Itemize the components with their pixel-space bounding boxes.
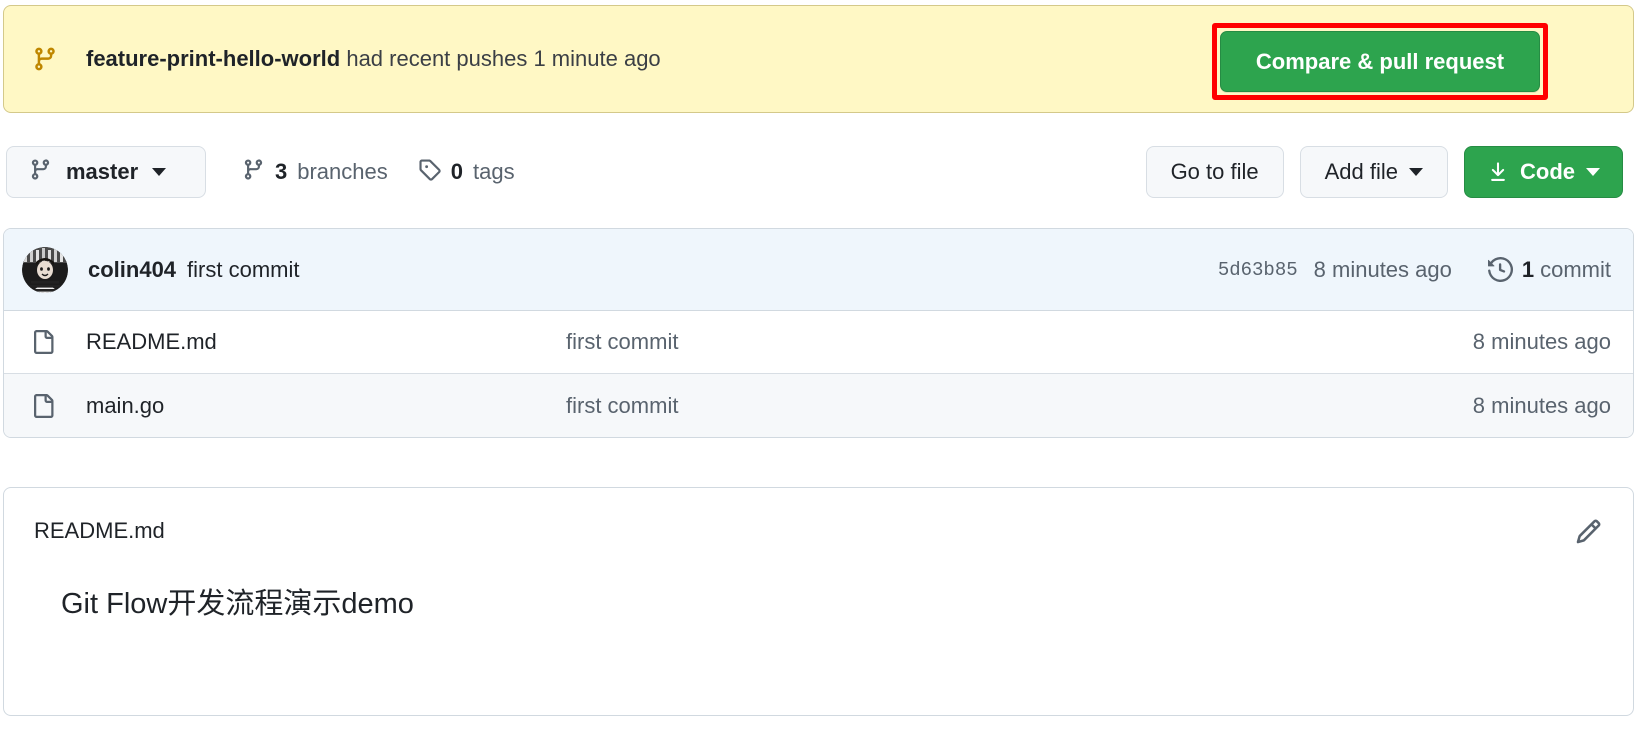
chevron-down-icon xyxy=(152,168,166,176)
add-file-button[interactable]: Add file xyxy=(1300,146,1448,198)
table-row[interactable]: README.md first commit 8 minutes ago xyxy=(4,311,1633,374)
commit-sha[interactable]: 5d63b85 xyxy=(1218,259,1298,281)
readme-header: README.md xyxy=(4,488,1633,548)
branches-count: 3 xyxy=(275,159,287,185)
file-icon xyxy=(30,393,56,419)
avatar[interactable] xyxy=(22,247,68,293)
commit-history-link[interactable]: 1 commit xyxy=(1488,257,1611,283)
pencil-icon[interactable] xyxy=(1571,514,1605,548)
chevron-down-icon xyxy=(1586,168,1600,176)
push-message-text: had recent pushes 1 minute ago xyxy=(340,46,660,71)
file-latest-commit[interactable]: first commit xyxy=(566,393,1473,419)
file-listing: colin404 first commit 5d63b85 8 minutes … xyxy=(3,228,1634,438)
chevron-down-icon xyxy=(1409,168,1423,176)
tags-label: tags xyxy=(473,159,515,185)
branches-label: branches xyxy=(297,159,388,185)
file-name[interactable]: README.md xyxy=(86,329,566,355)
readme-panel: README.md Git Flow开发流程演示demo xyxy=(3,487,1634,716)
readme-body: Git Flow开发流程演示demo xyxy=(4,548,1633,622)
readme-title: README.md xyxy=(34,518,165,544)
readme-heading: Git Flow开发流程演示demo xyxy=(61,586,1603,622)
file-latest-commit[interactable]: first commit xyxy=(566,329,1473,355)
go-to-file-button[interactable]: Go to file xyxy=(1146,146,1284,198)
table-row[interactable]: main.go first commit 8 minutes ago xyxy=(4,374,1633,437)
branch-selector-button[interactable]: master xyxy=(6,146,206,198)
tags-link[interactable]: 0 tags xyxy=(418,158,515,186)
file-name[interactable]: main.go xyxy=(86,393,566,419)
tags-count: 0 xyxy=(451,159,463,185)
file-icon xyxy=(30,329,56,355)
commit-author[interactable]: colin404 xyxy=(88,257,176,283)
git-branch-icon xyxy=(30,44,60,74)
latest-commit-header: colin404 first commit 5d63b85 8 minutes … xyxy=(4,229,1633,311)
commit-count: 1 xyxy=(1522,257,1534,283)
commit-message[interactable]: first commit xyxy=(187,257,299,283)
compare-pull-request-button[interactable]: Compare & pull request xyxy=(1220,31,1540,92)
git-branch-icon xyxy=(242,158,265,186)
repo-toolbar: master 3 branches 0 tags Go to file xyxy=(0,136,1637,208)
git-branch-icon xyxy=(29,158,52,186)
branches-link[interactable]: 3 branches xyxy=(242,158,388,186)
commit-relative-time: 8 minutes ago xyxy=(1314,257,1452,283)
add-file-label: Add file xyxy=(1325,159,1398,185)
code-button[interactable]: Code xyxy=(1464,146,1623,198)
download-icon xyxy=(1487,161,1509,183)
tag-icon xyxy=(418,158,441,186)
file-updated-time: 8 minutes ago xyxy=(1473,329,1611,355)
push-message: feature-print-hello-world had recent pus… xyxy=(86,45,661,74)
branch-selector-label: master xyxy=(66,159,138,185)
pushed-branch-name[interactable]: feature-print-hello-world xyxy=(86,46,340,71)
file-updated-time: 8 minutes ago xyxy=(1473,393,1611,419)
repository-page: feature-print-hello-world had recent pus… xyxy=(0,0,1637,729)
code-button-label: Code xyxy=(1520,159,1575,185)
history-icon xyxy=(1488,257,1513,282)
commit-count-label: commit xyxy=(1540,257,1611,283)
